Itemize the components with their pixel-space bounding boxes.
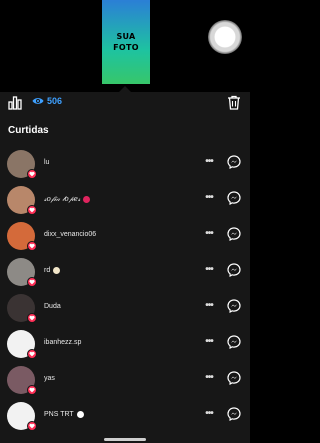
username-text: yas xyxy=(44,375,55,382)
username[interactable]: yas xyxy=(44,375,55,382)
emoji xyxy=(76,411,84,418)
heart-icon xyxy=(29,315,35,321)
story-thumbnail-line1: SUA xyxy=(116,32,136,41)
story-thumbnail-line2: FOTO xyxy=(113,43,139,52)
username[interactable]: 𝓈𝑜𝒻𝒾𝒶 𝓁𝑜𝓅𝑒𝓈 xyxy=(44,195,91,204)
heart-badge xyxy=(27,313,37,323)
list-item[interactable]: rd ••• xyxy=(0,255,250,291)
username-text: rd xyxy=(44,267,51,274)
more-horizontal-icon[interactable]: ••• xyxy=(202,409,216,419)
username[interactable]: dixx_venancio06 xyxy=(44,231,96,238)
capture-button[interactable] xyxy=(208,20,242,54)
story-thumbnail-text: SUA FOTO xyxy=(113,31,139,53)
views-counter[interactable]: 506 xyxy=(32,96,62,106)
views-count: 506 xyxy=(47,96,63,106)
heart-badge xyxy=(27,169,37,179)
username[interactable]: ibanhezz.sp xyxy=(44,339,81,346)
section-title: Curtidas xyxy=(8,125,49,136)
more-horizontal-icon[interactable]: ••• xyxy=(202,193,216,203)
username-text: lu xyxy=(44,159,50,166)
bar-chart-icon[interactable] xyxy=(8,96,22,110)
heart-icon xyxy=(29,279,35,285)
list-item[interactable]: Duda ••• xyxy=(0,291,250,327)
more-horizontal-icon[interactable]: ••• xyxy=(202,337,216,347)
username[interactable]: Duda xyxy=(44,303,61,310)
viewers-sheet: 506 Curtidas lu ••• 𝓈𝑜𝒻𝒾𝒶 𝓁𝑜𝓅𝑒𝓈 ••• dixx… xyxy=(0,92,250,443)
username-text: 𝓈𝑜𝒻𝒾𝒶 𝓁𝑜𝓅𝑒𝓈 xyxy=(44,195,81,203)
username-text: ibanhezz.sp xyxy=(44,339,82,346)
messenger-icon[interactable] xyxy=(227,227,241,241)
more-horizontal-icon[interactable]: ••• xyxy=(202,157,216,167)
heart-icon xyxy=(29,387,35,393)
list-item[interactable]: lu ••• xyxy=(0,147,250,183)
more-horizontal-icon[interactable]: ••• xyxy=(202,301,216,311)
heart-badge xyxy=(27,421,37,431)
heart-icon xyxy=(29,351,35,357)
heart-icon xyxy=(29,243,35,249)
list-item[interactable]: dixx_venancio06 ••• xyxy=(0,219,250,255)
username-text: dixx_venancio06 xyxy=(44,231,97,238)
story-preview-area: SUA FOTO xyxy=(0,0,250,92)
list-item[interactable]: PNS TRT ••• xyxy=(0,399,250,435)
more-horizontal-icon[interactable]: ••• xyxy=(202,229,216,239)
eye-icon xyxy=(32,98,44,104)
emoji xyxy=(53,267,61,274)
heart-icon xyxy=(29,423,35,429)
more-horizontal-icon[interactable]: ••• xyxy=(202,373,216,383)
heart-badge xyxy=(27,241,37,251)
heart-icon xyxy=(29,207,35,213)
messenger-icon[interactable] xyxy=(227,407,241,421)
list-item[interactable]: ibanhezz.sp ••• xyxy=(0,327,250,363)
heart-badge xyxy=(27,205,37,215)
home-indicator xyxy=(104,438,146,441)
messenger-icon[interactable] xyxy=(227,155,241,169)
heart-icon xyxy=(29,171,35,177)
more-horizontal-icon[interactable]: ••• xyxy=(202,265,216,275)
list-item[interactable]: yas ••• xyxy=(0,363,250,399)
username[interactable]: rd xyxy=(44,267,61,274)
username[interactable]: PNS TRT xyxy=(44,411,84,418)
username-text: PNS TRT xyxy=(44,411,74,418)
username-text: Duda xyxy=(44,303,61,310)
messenger-icon[interactable] xyxy=(227,263,241,277)
messenger-icon[interactable] xyxy=(227,371,241,385)
list-item[interactable]: 𝓈𝑜𝒻𝒾𝒶 𝓁𝑜𝓅𝑒𝓈 ••• xyxy=(0,183,250,219)
emoji xyxy=(83,196,91,203)
messenger-icon[interactable] xyxy=(227,335,241,349)
messenger-icon[interactable] xyxy=(227,299,241,313)
heart-badge xyxy=(27,349,37,359)
story-thumbnail[interactable]: SUA FOTO xyxy=(102,0,150,84)
sheet-toolbar: 506 xyxy=(0,92,250,114)
heart-badge xyxy=(27,385,37,395)
heart-badge xyxy=(27,277,37,287)
trash-icon[interactable] xyxy=(227,95,241,110)
username[interactable]: lu xyxy=(44,159,49,166)
messenger-icon[interactable] xyxy=(227,191,241,205)
